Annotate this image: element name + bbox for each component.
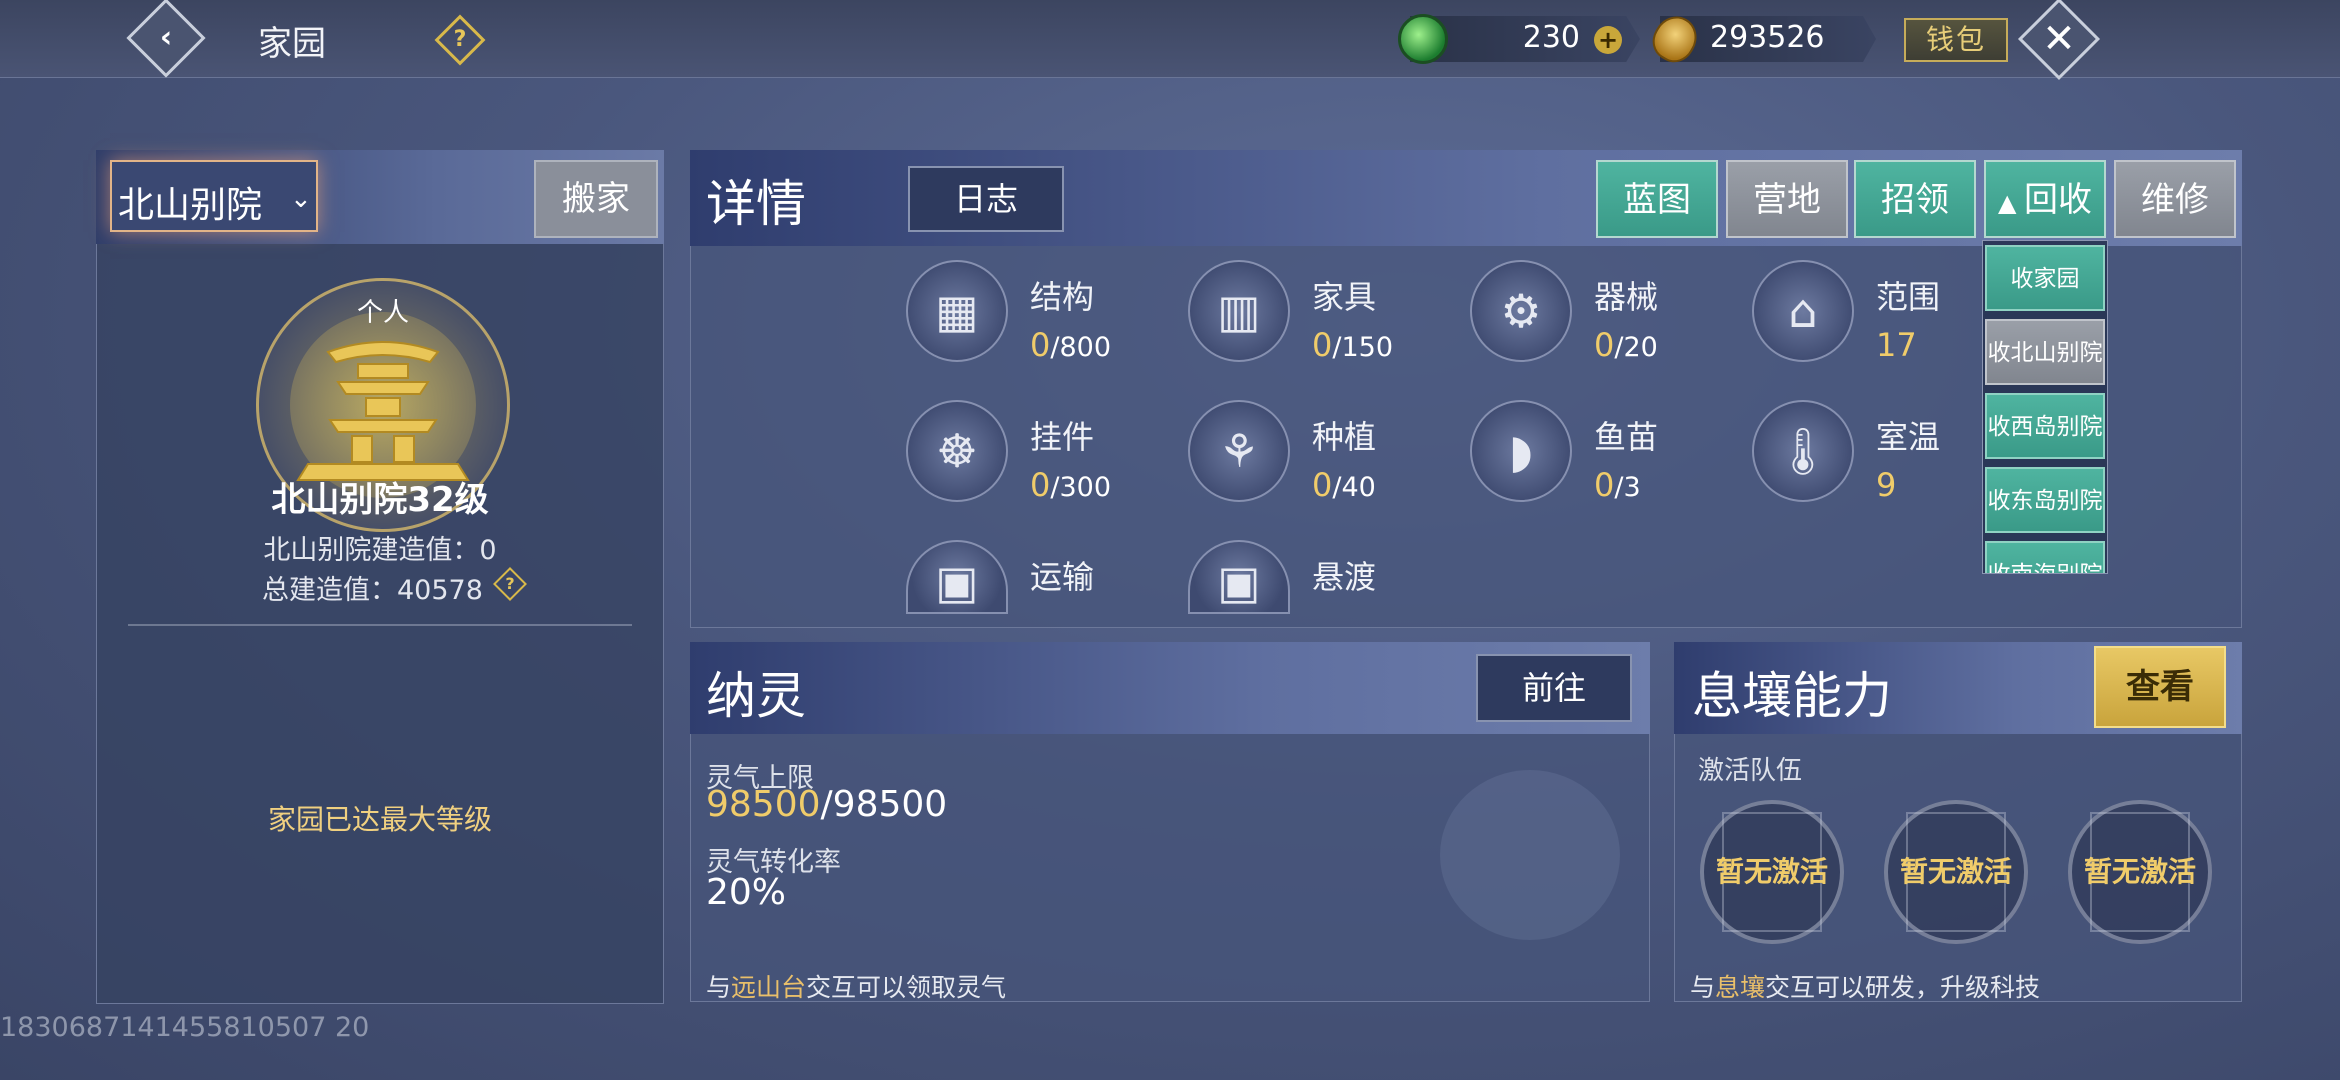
stat-pendant-max: /300 [1050, 472, 1111, 503]
qi-limit-value: 98500/98500 [706, 784, 947, 825]
add-jade-button[interactable]: + [1594, 26, 1622, 54]
jade-amount: 230 [1522, 20, 1580, 55]
max-level-notice: 家园已达最大等级 [267, 803, 492, 836]
recycle-south-sea-item[interactable]: 收南海别院 [1985, 541, 2105, 573]
team-slot-status: 暂无激活 [1715, 855, 1828, 888]
page-title: 家园 [258, 24, 326, 64]
wardrobe-icon: ▥ [1188, 260, 1290, 362]
question-icon: ? [453, 27, 467, 52]
stat-range-label: 范围 [1876, 278, 1941, 316]
emblem-tag: 个人 [356, 298, 409, 328]
user-id: 1830687141455810507 20 [0, 1012, 370, 1043]
qi-limit-max: /98500 [820, 784, 948, 825]
wallet-button[interactable]: 钱包 [1904, 18, 2008, 62]
close-icon: ✕ [2042, 15, 2076, 62]
team-slot-status: 暂无激活 [2083, 855, 2196, 888]
recruit-button[interactable]: 招领 [1854, 160, 1976, 238]
log-button[interactable]: 日志 [908, 166, 1064, 232]
xirang-tip-suffix: 交互可以研发，升级科技 [1765, 973, 2041, 1002]
pendant-icon: ☸ [906, 400, 1008, 502]
team-slot-status: 暂无激活 [1899, 855, 2012, 888]
home-build-value: 北山别院建造值：0 [263, 535, 497, 566]
naling-title: 纳灵 [706, 667, 806, 725]
details-title: 详情 [706, 175, 806, 233]
fish-icon: ◗ [1470, 400, 1572, 502]
stat-temperature-label: 室温 [1876, 418, 1941, 456]
qi-limit-current: 98500 [706, 784, 821, 825]
stat-structure-max: /800 [1050, 332, 1111, 363]
wheat-icon: ⚘ [1188, 400, 1290, 502]
stat-planting-label: 种植 [1312, 418, 1377, 456]
stat-planting-current: 0 [1312, 466, 1333, 504]
stat-furniture-label: 家具 [1312, 278, 1377, 316]
recycle-menu: 收家园 收北山别院 收西岛别院 收东岛别院 收南海别院 [1982, 240, 2108, 574]
xirang-title: 息壤能力 [1692, 667, 1892, 725]
stat-machine-current: 0 [1594, 326, 1615, 364]
stat-pendant-label: 挂件 [1030, 418, 1095, 456]
xirang-tip-highlight: 息壤 [1715, 973, 1766, 1002]
stat-ferry-label: 悬渡 [1312, 558, 1377, 596]
stat-furniture-max: /150 [1332, 332, 1393, 363]
question-icon: ? [505, 574, 515, 593]
chevron-down-icon: ⌄ [290, 184, 312, 214]
stat-machine-max: /20 [1614, 332, 1658, 363]
stat-transport-label: 运输 [1030, 558, 1095, 596]
stat-structure-value: 0/800 [1030, 326, 1111, 364]
stat-pendant-current: 0 [1030, 466, 1051, 504]
active-team-label: 激活队伍 [1698, 756, 1803, 786]
stat-temperature-value: 9 [1876, 466, 1897, 504]
move-house-button[interactable]: 搬家 [534, 160, 658, 238]
view-button[interactable]: 查看 [2094, 646, 2226, 728]
goto-button[interactable]: 前往 [1476, 654, 1632, 722]
recycle-beishan-item[interactable]: 收北山别院 [1985, 319, 2105, 385]
home-level: 北山别院32级 [271, 480, 489, 520]
naling-tip-highlight: 远山台 [731, 973, 807, 1002]
stat-furniture-current: 0 [1312, 326, 1333, 364]
coin-amount: 293526 [1710, 20, 1825, 55]
thermometer-icon: 🌡 [1752, 400, 1854, 502]
recycle-button[interactable]: ▲ 回收 [1984, 160, 2106, 238]
home-select-label: 北山别院 [118, 185, 263, 226]
stat-structure-label: 结构 [1030, 278, 1095, 316]
stat-pendant-value: 0/300 [1030, 466, 1111, 504]
repair-button[interactable]: 维修 [2114, 160, 2236, 238]
stat-fry-current: 0 [1594, 466, 1615, 504]
stat-fry-value: 0/3 [1594, 466, 1641, 504]
machine-icon: ⚙ [1470, 260, 1572, 362]
stat-fry-label: 鱼苗 [1594, 418, 1659, 456]
camp-button[interactable]: 营地 [1726, 160, 1848, 238]
stat-planting-max: /40 [1332, 472, 1376, 503]
total-build-value: 总建造值：40578 [262, 575, 483, 606]
xirang-tip-prefix: 与 [1690, 973, 1716, 1002]
recycle-east-island-item[interactable]: 收东岛别院 [1985, 467, 2105, 533]
stat-machine-value: 0/20 [1594, 326, 1658, 364]
range-icon: ⌂ [1752, 260, 1854, 362]
leaf-watermark-icon [1440, 770, 1620, 940]
stat-furniture-value: 0/150 [1312, 326, 1393, 364]
recycle-home-item[interactable]: 收家园 [1985, 245, 2105, 311]
blueprint-button[interactable]: 蓝图 [1596, 160, 1718, 238]
jade-icon [1398, 14, 1448, 64]
naling-tip: 与远山台交互可以领取灵气 [706, 968, 1006, 1004]
pagoda-icon [296, 341, 470, 481]
recycle-button-label: 回收 [2024, 180, 2093, 220]
chevron-up-icon: ▲ [1997, 189, 2025, 217]
divider [128, 624, 632, 626]
xirang-tip: 与息壤交互可以研发，升级科技 [1690, 968, 2040, 1004]
recycle-west-island-item[interactable]: 收西岛别院 [1985, 393, 2105, 459]
total-build-help-button[interactable]: ? [493, 567, 527, 601]
stat-structure-current: 0 [1030, 326, 1051, 364]
naling-tip-prefix: 与 [706, 973, 732, 1002]
naling-tip-suffix: 交互可以领取灵气 [806, 973, 1007, 1002]
stat-planting-value: 0/40 [1312, 466, 1376, 504]
stat-fry-max: /3 [1614, 472, 1641, 503]
chevron-left-icon: ‹ [159, 20, 173, 55]
building-icon: ▦ [906, 260, 1008, 362]
qi-rate-value: 20% [706, 872, 787, 913]
stat-range-value: 17 [1876, 326, 1917, 364]
stat-machine-label: 器械 [1594, 278, 1659, 316]
